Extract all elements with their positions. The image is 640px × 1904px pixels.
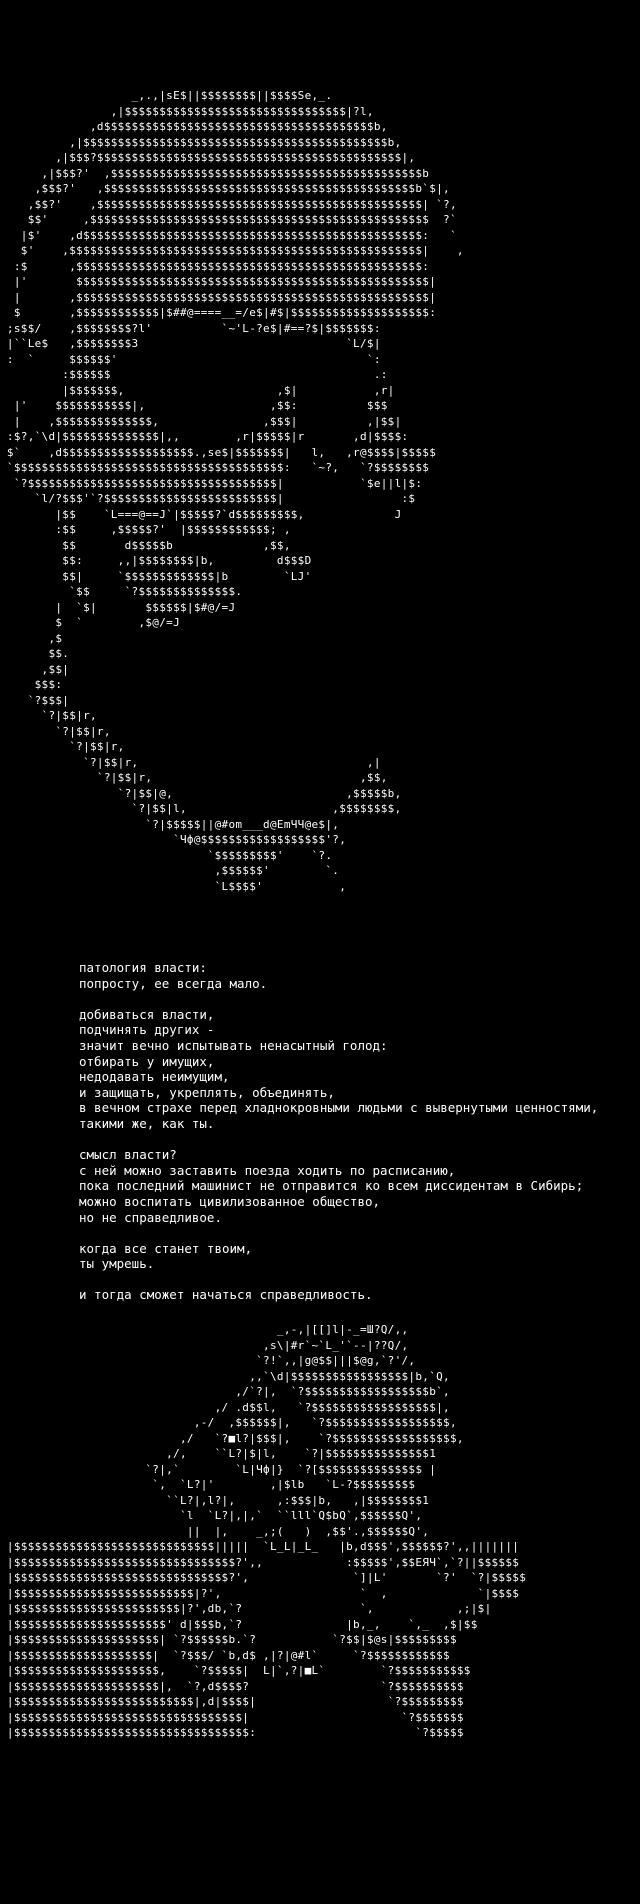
poem-stanza: когда все станет твоим, ты умрешь.	[79, 1241, 639, 1272]
poem-line: когда все станет твоим,	[79, 1240, 253, 1256]
poem-line: значит вечно испытывать ненасытный голод…	[79, 1037, 388, 1053]
poem-line: ты умрешь.	[79, 1256, 155, 1272]
poem-text: патология власти: попросту, ее всегда мал…	[79, 960, 639, 1319]
poem-line: патология власти:	[79, 960, 207, 975]
poem-stanza: добиваться власти, подчинять других - знач…	[79, 1007, 639, 1132]
poem-line: но не справедливое.	[79, 1209, 222, 1225]
poem-line: пока последний машинист не отправится ко…	[79, 1178, 584, 1194]
portrait-ascii-art: _,.,|sE$||$$$$$$$$||$$$$Se,_. ,|$$$$$$$$…	[6, 89, 464, 893]
poem-line: отбирать у имущих,	[79, 1053, 215, 1069]
poem-line: попросту, ее всегда мало.	[79, 975, 268, 991]
poem-line: и защищать, укреплять, объединять,	[79, 1084, 335, 1100]
poem-line: в вечном страхе перед хладнокровными люд…	[79, 1100, 599, 1116]
poem-line: с ней можно заставить поезда ходить по р…	[79, 1162, 456, 1178]
poem-line: смысл власти?	[79, 1147, 177, 1163]
poem-line: можно воспитать цивилизованное общество,	[79, 1193, 381, 1209]
poem-line: такими же, как ты.	[79, 1115, 215, 1131]
poem-stanza: и тогда сможет начаться справедливость.	[79, 1287, 639, 1303]
poem-line: недодавать неимущим,	[79, 1069, 230, 1085]
poem-line: добиваться власти,	[79, 1006, 215, 1022]
poem-stanza: смысл власти? с ней можно заставить поезд…	[79, 1147, 639, 1225]
poem-stanza: патология власти: попросту, ее всегда мал…	[79, 960, 639, 991]
poem-line: и тогда сможет начаться справедливость.	[79, 1287, 373, 1303]
hand-ascii-art: _,-,|[[]l|-_=Ш?Q/,, ,s\|#r`~`L_'`--|??Q/…	[6, 1323, 527, 1739]
poem-line: подчинять других -	[79, 1022, 215, 1038]
